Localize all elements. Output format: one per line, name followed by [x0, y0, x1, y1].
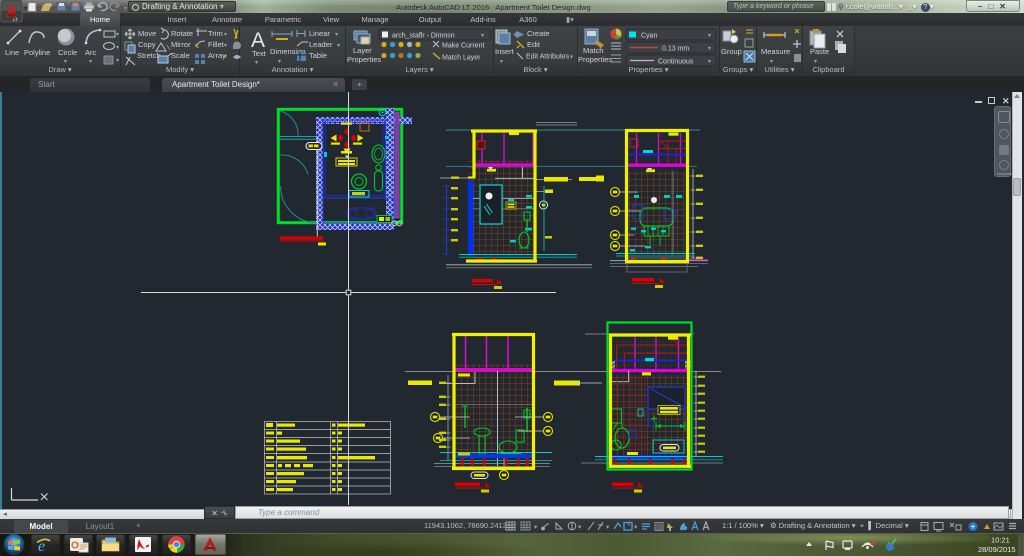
- svg-text:▾: ▾: [116, 58, 119, 64]
- svg-text:Leader: Leader: [309, 40, 333, 49]
- svg-text:Scale: Scale: [171, 51, 190, 60]
- svg-text:▾: ▾: [255, 60, 258, 66]
- svg-text:Mirror: Mirror: [171, 40, 191, 49]
- svg-text:▾: ▾: [106, 6, 109, 12]
- svg-text:Match: Match: [583, 46, 603, 55]
- svg-text:▾: ▾: [116, 32, 119, 38]
- svg-text:Edit Attributes: Edit Attributes: [526, 54, 570, 61]
- svg-text:▾: ▾: [24, 6, 27, 12]
- svg-text:▾: ▾: [64, 59, 67, 65]
- svg-text:Properties: Properties: [347, 55, 381, 64]
- svg-text:Line: Line: [5, 48, 19, 57]
- svg-text:Stretch: Stretch: [137, 51, 161, 60]
- svg-text:▾: ▾: [814, 59, 817, 65]
- svg-text:▾: ▾: [606, 524, 610, 531]
- svg-text:▾: ▾: [534, 524, 538, 531]
- svg-text:Cyan: Cyan: [641, 33, 657, 40]
- svg-text:▾: ▾: [578, 524, 582, 531]
- svg-text:Copy: Copy: [138, 40, 156, 49]
- svg-text:Linear: Linear: [309, 29, 330, 38]
- svg-text:10:21: 10:21: [991, 536, 1010, 545]
- svg-text:▾: ▾: [708, 33, 711, 39]
- svg-text:Make Current: Make Current: [442, 43, 484, 50]
- svg-text:▾: ▾: [89, 59, 92, 65]
- svg-text:Move: Move: [138, 29, 156, 38]
- svg-text:0.13 mm: 0.13 mm: [662, 46, 689, 53]
- svg-text:Properties: Properties: [578, 55, 612, 64]
- svg-text:Layer: Layer: [353, 46, 372, 55]
- svg-text:Continuous: Continuous: [658, 59, 694, 66]
- svg-text:▾: ▾: [337, 43, 340, 49]
- svg-text:Circle: Circle: [58, 48, 77, 57]
- svg-text:Group: Group: [721, 47, 742, 56]
- svg-text:Table: Table: [309, 51, 327, 60]
- svg-text:▾: ▾: [708, 46, 711, 52]
- svg-text:Insert: Insert: [495, 47, 515, 56]
- svg-text:Fillet: Fillet: [208, 40, 225, 49]
- svg-text:arch_staflr - Dimnsn: arch_staflr - Dimnsn: [392, 33, 455, 40]
- svg-text:Polyline: Polyline: [24, 48, 50, 57]
- svg-text:▾: ▾: [570, 55, 573, 61]
- svg-text:▾: ▾: [278, 59, 281, 65]
- svg-text:Edit: Edit: [527, 40, 541, 49]
- svg-text:▾: ▾: [481, 33, 484, 39]
- svg-text:▾: ▾: [335, 32, 338, 38]
- svg-text:O: O: [71, 541, 79, 552]
- svg-text:Trim: Trim: [208, 29, 223, 38]
- svg-text:▾: ▾: [770, 59, 773, 65]
- svg-text:Arc: Arc: [85, 48, 97, 57]
- svg-text:▾: ▾: [500, 59, 503, 65]
- svg-text:▾: ▾: [124, 6, 127, 12]
- svg-text:Measure: Measure: [761, 47, 790, 56]
- svg-text:▾: ▾: [634, 524, 638, 531]
- svg-text:▾: ▾: [224, 32, 227, 38]
- svg-text:▾: ▾: [708, 59, 711, 65]
- svg-text:28/09/2015: 28/09/2015: [978, 545, 1016, 554]
- svg-text:Rotate: Rotate: [171, 29, 193, 38]
- svg-text:LT: LT: [13, 17, 18, 22]
- svg-text:▾: ▾: [224, 43, 227, 49]
- svg-text:▾: ▾: [224, 54, 227, 60]
- svg-text:Paste: Paste: [810, 47, 829, 56]
- svg-text:Text: Text: [252, 49, 267, 58]
- svg-text:▾: ▾: [116, 45, 119, 51]
- svg-text:Create: Create: [527, 29, 550, 38]
- svg-text:Match Layer: Match Layer: [442, 55, 481, 62]
